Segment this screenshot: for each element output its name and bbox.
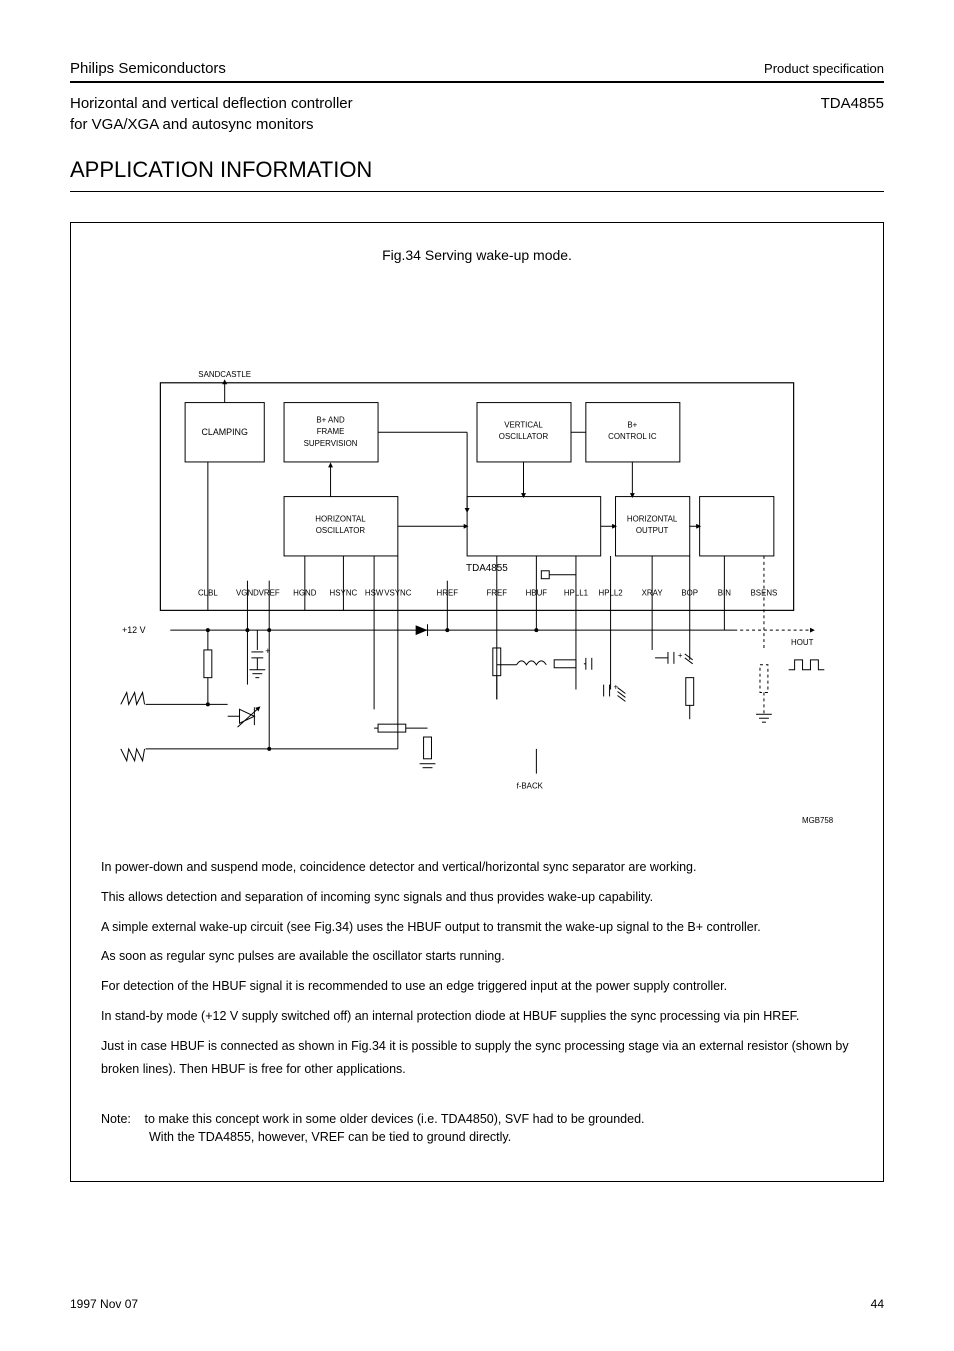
svg-text:B+ AND: B+ AND [316, 415, 345, 424]
figure-caption: Fig.34 Serving wake-up mode. [101, 247, 853, 263]
doc-title-2: for VGA/XGA and autosync monitors [70, 114, 353, 135]
desc-line-2: This allows detection and separation of … [101, 886, 853, 910]
svg-text:HOUT: HOUT [791, 638, 814, 647]
svg-text:SUPERVISION: SUPERVISION [304, 439, 358, 448]
svg-text:f-BACK: f-BACK [517, 781, 544, 790]
svg-text:FRAME: FRAME [317, 427, 345, 436]
svg-text:OSCILLATOR: OSCILLATOR [316, 526, 366, 535]
page-footer: 1997 Nov 07 44 [70, 1297, 884, 1311]
desc-line-7: Just in case HBUF is connected as shown … [101, 1035, 853, 1083]
footer-page: 44 [871, 1297, 884, 1311]
desc-line-3: A simple external wake-up circuit (see F… [101, 916, 853, 940]
note-block: Note: to make this concept work in some … [101, 1112, 853, 1150]
svg-text:OSCILLATOR: OSCILLATOR [499, 432, 549, 441]
section-title: APPLICATION INFORMATION [70, 157, 884, 183]
product-code: TDA4855 [821, 95, 884, 112]
svg-text:+: + [614, 683, 619, 692]
footer-date: 1997 Nov 07 [70, 1297, 138, 1311]
svg-text:CONTROL IC: CONTROL IC [608, 432, 657, 441]
description-text: In power-down and suspend mode, coincide… [101, 856, 853, 1082]
doc-title-1: Horizontal and vertical deflection contr… [70, 93, 353, 114]
note-line-1: to make this concept work in some older … [144, 1112, 644, 1126]
svg-text:MGB758: MGB758 [802, 816, 834, 825]
company-name: Philips Semiconductors [70, 60, 226, 77]
desc-line-5: For detection of the HBUF signal it is r… [101, 975, 853, 999]
desc-line-1: In power-down and suspend mode, coincide… [101, 856, 853, 880]
header-rule-2 [70, 191, 884, 192]
header-rule-1 [70, 81, 884, 83]
svg-text:HORIZONTAL: HORIZONTAL [627, 514, 678, 523]
note-label: Note: [101, 1112, 141, 1126]
note-line-2: With the TDA4855, however, VREF can be t… [149, 1130, 511, 1144]
svg-text:+12 V: +12 V [122, 625, 146, 635]
svg-text:TDA4855: TDA4855 [466, 563, 508, 574]
svg-text:B+: B+ [627, 420, 637, 429]
desc-line-4: As soon as regular sync pulses are avail… [101, 945, 853, 969]
svg-text:+: + [678, 651, 683, 660]
svg-text:CLAMPING: CLAMPING [201, 427, 248, 437]
svg-text:VERTICAL: VERTICAL [504, 420, 543, 429]
svg-text:+: + [265, 646, 270, 656]
figure-frame: Fig.34 Serving wake-up mode. TDA4855 CLA… [70, 222, 884, 1182]
svg-text:HORIZONTAL: HORIZONTAL [315, 514, 366, 523]
block-diagram: TDA4855 CLAMPING B+ AND FRAME SUPERVISIO… [101, 271, 853, 831]
desc-line-6: In stand-by mode (+12 V supply switched … [101, 1005, 853, 1029]
svg-text:OUTPUT: OUTPUT [636, 526, 669, 535]
svg-text:SANDCASTLE: SANDCASTLE [198, 370, 251, 379]
doc-type: Product specification [764, 61, 884, 76]
